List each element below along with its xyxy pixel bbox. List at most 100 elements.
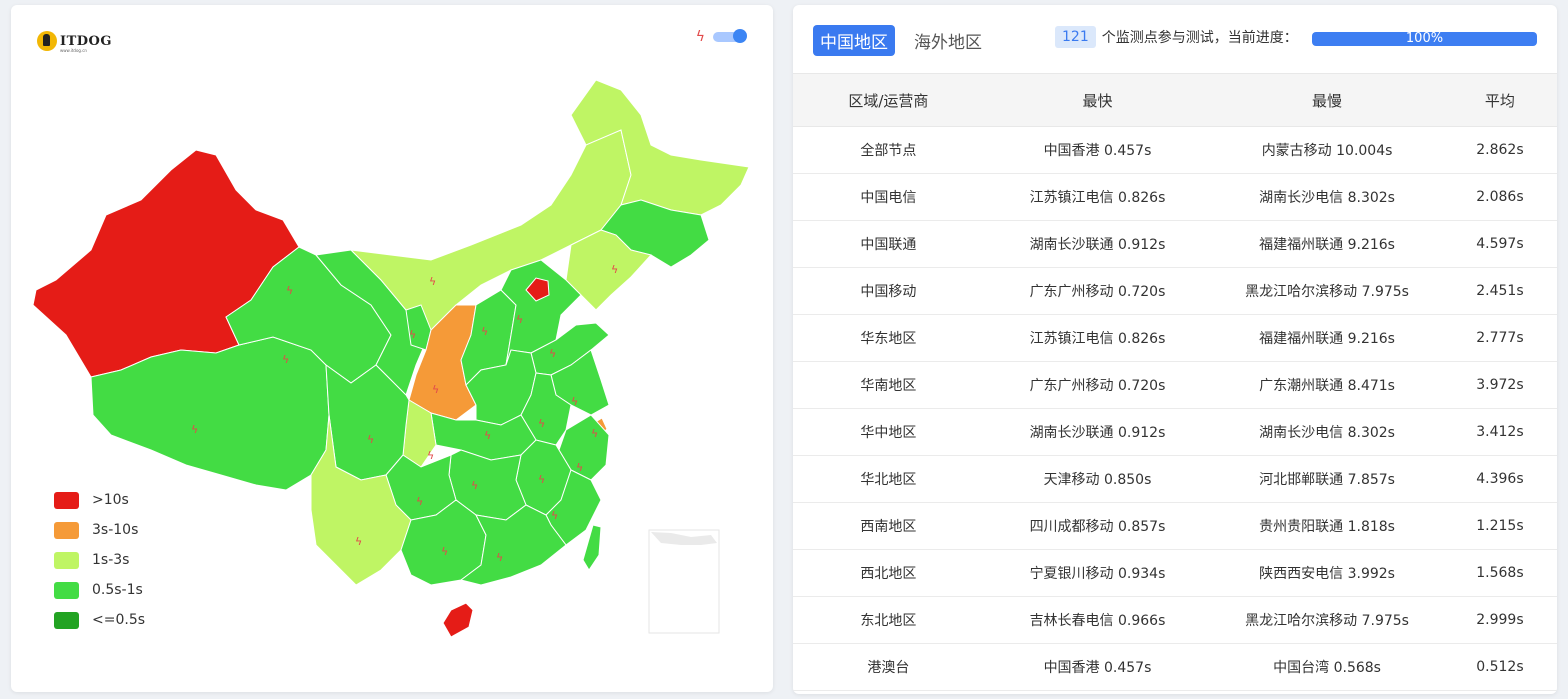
cell-region: 中国电信 bbox=[793, 173, 984, 221]
cell-average: 2.086s bbox=[1442, 173, 1557, 221]
cell-average: 4.597s bbox=[1442, 220, 1557, 268]
cell-fastest: 广东广州移动 0.720s bbox=[983, 267, 1212, 315]
lightning-bolt-icon: ϟ bbox=[441, 545, 448, 558]
cell-slowest: 福建福州联通 9.216s bbox=[1211, 220, 1443, 268]
tab-overseas[interactable]: 海外地区 bbox=[907, 25, 989, 56]
legend-item[interactable]: 3s-10s bbox=[54, 515, 145, 545]
cell-fastest: 中国香港 0.457s bbox=[983, 126, 1212, 174]
cell-average: 1.568s bbox=[1442, 549, 1557, 597]
cell-region: 东北地区 bbox=[793, 596, 984, 644]
table-row: 华中地区 湖南长沙联通 0.912s 湖南长沙电信 8.302s 3.412s bbox=[793, 408, 1557, 456]
region-tabs: 中国地区 海外地区 bbox=[813, 25, 1001, 56]
lightning-bolt-icon: ϟ bbox=[549, 347, 556, 360]
cell-region: 华中地区 bbox=[793, 408, 984, 456]
cell-region: 中国联通 bbox=[793, 220, 984, 268]
column-header-region[interactable]: 区域/运营商 bbox=[793, 73, 984, 127]
lightning-bolt-icon: ϟ bbox=[355, 535, 362, 548]
cell-fastest: 湖南长沙联通 0.912s bbox=[983, 408, 1212, 456]
legend-item[interactable]: <=0.5s bbox=[54, 605, 145, 635]
cell-fastest: 江苏镇江电信 0.826s bbox=[983, 173, 1212, 221]
table-row: 全部节点 中国香港 0.457s 内蒙古移动 10.004s 2.862s bbox=[793, 126, 1557, 174]
lightning-bolt-icon: ϟ bbox=[611, 263, 618, 276]
legend-swatch bbox=[54, 551, 79, 569]
lightning-bolt-icon: ϟ bbox=[191, 423, 198, 436]
legend-item[interactable]: 1s-3s bbox=[54, 545, 145, 575]
monitor-count-badge: 121 bbox=[1055, 26, 1096, 48]
cell-average: 2.862s bbox=[1442, 126, 1557, 174]
lightning-bolt-icon: ϟ bbox=[416, 495, 423, 508]
cell-slowest: 福建福州联通 9.216s bbox=[1211, 314, 1443, 362]
cell-average: 0.512s bbox=[1442, 643, 1557, 691]
legend-item[interactable]: >10s bbox=[54, 485, 145, 515]
table-row: 中国移动 广东广州移动 0.720s 黑龙江哈尔滨移动 7.975s 2.451s bbox=[793, 267, 1557, 315]
region-taiwan[interactable] bbox=[582, 524, 602, 571]
cell-slowest: 中国台湾 0.568s bbox=[1211, 643, 1443, 691]
progress-label: 100% bbox=[1405, 32, 1444, 46]
cell-average: 4.396s bbox=[1442, 455, 1557, 503]
table-row: 港澳台 中国香港 0.457s 中国台湾 0.568s 0.512s bbox=[793, 643, 1557, 691]
cell-slowest: 湖南长沙电信 8.302s bbox=[1211, 408, 1443, 456]
cell-region: 全部节点 bbox=[793, 126, 984, 174]
table-row: 华北地区 天津移动 0.850s 河北邯郸联通 7.857s 4.396s bbox=[793, 455, 1557, 503]
results-table: 区域/运营商 最快 最慢 平均 全部节点 中国香港 0.457s 内蒙古移动 10.… bbox=[793, 73, 1557, 691]
cell-fastest: 四川成都移动 0.857s bbox=[983, 502, 1212, 550]
lightning-bolt-icon: ϟ bbox=[538, 473, 545, 486]
cell-fastest: 中国香港 0.457s bbox=[983, 643, 1212, 691]
cell-slowest: 河北邯郸联通 7.857s bbox=[1211, 455, 1443, 503]
region-hainan[interactable] bbox=[442, 602, 474, 638]
cell-region: 华南地区 bbox=[793, 361, 984, 409]
lightning-bolt-icon: ϟ bbox=[538, 417, 545, 430]
lightning-bolt-icon: ϟ bbox=[551, 509, 558, 522]
tab-china[interactable]: 中国地区 bbox=[813, 25, 895, 56]
lightning-bolt-icon: ϟ bbox=[591, 427, 598, 440]
cell-region: 华北地区 bbox=[793, 455, 984, 503]
column-header-fastest[interactable]: 最快 bbox=[983, 73, 1212, 127]
monitor-status: 121 个监测点参与测试，当前进度： bbox=[1055, 26, 1298, 48]
lightning-bolt-icon: ϟ bbox=[427, 449, 434, 462]
lightning-bolt-icon: ϟ bbox=[429, 275, 436, 288]
legend-label: 1s-3s bbox=[92, 552, 130, 568]
cell-region: 华东地区 bbox=[793, 314, 984, 362]
lightning-bolt-icon: ϟ bbox=[571, 395, 578, 408]
cell-average: 1.215s bbox=[1442, 502, 1557, 550]
cell-region: 港澳台 bbox=[793, 643, 984, 691]
cell-fastest: 宁夏银川移动 0.934s bbox=[983, 549, 1212, 597]
legend-swatch bbox=[54, 521, 79, 539]
table-row: 华东地区 江苏镇江电信 0.826s 福建福州联通 9.216s 2.777s bbox=[793, 314, 1557, 362]
lightning-bolt-icon: ϟ bbox=[484, 429, 491, 442]
lightning-bolt-icon: ϟ bbox=[516, 313, 523, 326]
lightning-bolt-icon: ϟ bbox=[409, 328, 416, 341]
legend-swatch bbox=[54, 491, 79, 509]
cell-fastest: 广东广州移动 0.720s bbox=[983, 361, 1212, 409]
lightning-bolt-icon: ϟ bbox=[282, 353, 289, 366]
cell-average: 3.972s bbox=[1442, 361, 1557, 409]
lightning-bolt-icon: ϟ bbox=[367, 433, 374, 446]
legend-swatch bbox=[54, 611, 79, 629]
table-row: 华南地区 广东广州移动 0.720s 广东潮州联通 8.471s 3.972s bbox=[793, 361, 1557, 409]
table-header-row: 区域/运营商 最快 最慢 平均 bbox=[793, 73, 1557, 127]
cell-fastest: 吉林长春电信 0.966s bbox=[983, 596, 1212, 644]
column-header-average[interactable]: 平均 bbox=[1442, 73, 1557, 127]
cell-fastest: 湖南长沙联通 0.912s bbox=[983, 220, 1212, 268]
legend-item[interactable]: 0.5s-1s bbox=[54, 575, 145, 605]
south-china-sea-inset bbox=[648, 529, 720, 634]
results-card: 中国地区 海外地区 121 个监测点参与测试，当前进度： 100% 区域/运营商… bbox=[793, 5, 1557, 694]
table-row: 西北地区 宁夏银川移动 0.934s 陕西西安电信 3.992s 1.568s bbox=[793, 549, 1557, 597]
cell-slowest: 内蒙古移动 10.004s bbox=[1211, 126, 1443, 174]
cell-average: 2.999s bbox=[1442, 596, 1557, 644]
lightning-bolt-icon: ϟ bbox=[496, 551, 503, 564]
legend-swatch bbox=[54, 581, 79, 599]
cell-region: 中国移动 bbox=[793, 267, 984, 315]
cell-region: 西南地区 bbox=[793, 502, 984, 550]
progress-bar: 100% bbox=[1312, 32, 1537, 46]
lightning-bolt-icon: ϟ bbox=[432, 383, 439, 396]
latency-legend: >10s 3s-10s 1s-3s 0.5s-1s <=0.5s bbox=[54, 485, 145, 635]
column-header-slowest[interactable]: 最慢 bbox=[1211, 73, 1443, 127]
cell-slowest: 贵州贵阳联通 1.818s bbox=[1211, 502, 1443, 550]
table-row: 中国联通 湖南长沙联通 0.912s 福建福州联通 9.216s 4.597s bbox=[793, 220, 1557, 268]
cell-slowest: 湖南长沙电信 8.302s bbox=[1211, 173, 1443, 221]
cell-fastest: 江苏镇江电信 0.826s bbox=[983, 314, 1212, 362]
cell-average: 2.451s bbox=[1442, 267, 1557, 315]
cell-slowest: 广东潮州联通 8.471s bbox=[1211, 361, 1443, 409]
map-card: ITDOG www.itdog.cn ϟ ϟ ϟ ϟ ϟ ϟ ϟ ϟ ϟ ϟ ϟ… bbox=[11, 5, 773, 692]
